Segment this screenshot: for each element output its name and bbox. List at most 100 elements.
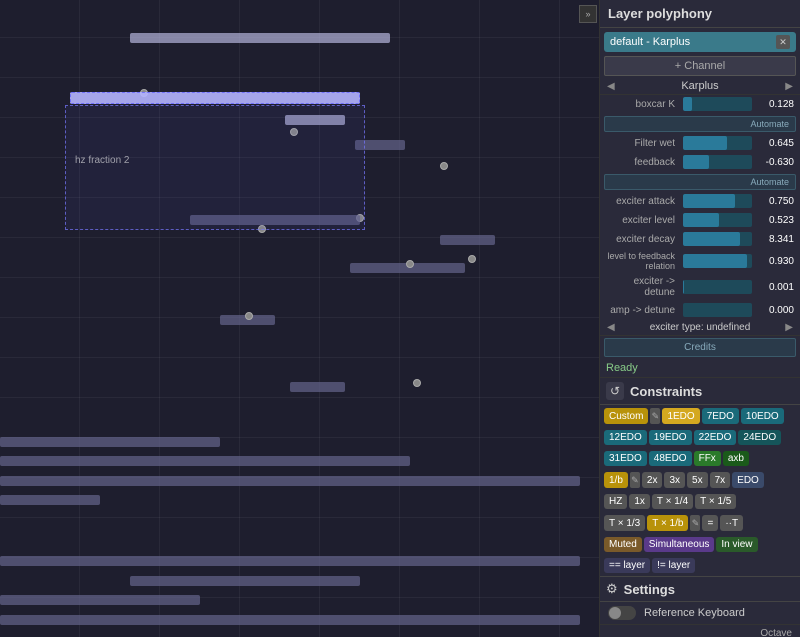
- 2x-button[interactable]: 2x: [642, 472, 663, 488]
- note-bar[interactable]: [0, 556, 580, 566]
- exciter-level-value: 0.523: [754, 215, 794, 226]
- collapse-button[interactable]: »: [579, 5, 597, 23]
- credits-button[interactable]: Credits: [604, 338, 796, 357]
- piano-roll: » hz fraction 2: [0, 0, 600, 637]
- note-bar[interactable]: [0, 476, 580, 486]
- note-bar[interactable]: [0, 437, 220, 447]
- amp-detune-value: 0.000: [754, 305, 794, 316]
- constraint-buttons-row4: 1/b ✎ 2x 3x 5x 7x EDO: [600, 469, 800, 491]
- note-bar[interactable]: [130, 33, 390, 43]
- note-bar[interactable]: [290, 382, 345, 392]
- exciter-decay-slider[interactable]: [683, 232, 752, 246]
- channel-name: default - Karplus: [610, 36, 776, 48]
- selection-box: [65, 105, 365, 230]
- exciter-type-next[interactable]: ▶: [782, 322, 796, 333]
- t14-button[interactable]: T × 1/4: [652, 494, 693, 509]
- constraints-header: ↺ Constraints: [600, 378, 800, 405]
- note-handle[interactable]: [440, 162, 448, 170]
- constraint-buttons-row2: 12EDO 19EDO 22EDO 24EDO: [600, 427, 800, 448]
- 22edo-button[interactable]: 22EDO: [694, 430, 737, 445]
- param-row-exciter-decay: exciter decay 8.341: [600, 230, 800, 249]
- 3x-button[interactable]: 3x: [664, 472, 685, 488]
- level-feedback-label: level to feedback relation: [606, 251, 681, 271]
- note-bar[interactable]: [0, 456, 410, 466]
- eq-button[interactable]: =: [702, 515, 718, 531]
- hz-button[interactable]: HZ: [604, 494, 627, 509]
- ffx-button[interactable]: FFx: [694, 451, 721, 466]
- note-handle[interactable]: [245, 312, 253, 320]
- param-row-filter: Filter wet 0.645: [600, 134, 800, 153]
- note-bar[interactable]: [130, 576, 360, 586]
- channel-close-button[interactable]: ✕: [776, 35, 790, 49]
- 1x-button[interactable]: 1x: [629, 494, 650, 509]
- constraints-title: Constraints: [630, 384, 702, 399]
- dott-button[interactable]: ··T: [720, 515, 743, 531]
- exciter-level-slider[interactable]: [683, 213, 752, 227]
- level-feedback-slider[interactable]: [683, 254, 752, 268]
- param-row-amp-detune: amp -> detune 0.000: [600, 301, 800, 320]
- exciter-attack-slider[interactable]: [683, 194, 752, 208]
- filter-wet-slider[interactable]: [683, 136, 752, 150]
- note-bar-selected[interactable]: [70, 92, 360, 104]
- note-handle[interactable]: [468, 255, 476, 263]
- custom-edit-icon[interactable]: ✎: [650, 408, 660, 424]
- t1b-edit-icon[interactable]: ✎: [690, 515, 700, 531]
- muted-button[interactable]: Muted: [604, 537, 642, 552]
- feedback-slider[interactable]: [683, 155, 752, 169]
- 19edo-button[interactable]: 19EDO: [649, 430, 692, 445]
- automate-button-2[interactable]: Automate: [604, 174, 796, 190]
- constraint-buttons-row1: Custom ✎ 1EDO 7EDO 10EDO: [600, 405, 800, 427]
- t1b-button[interactable]: T × 1/b: [647, 515, 688, 531]
- 10edo-button[interactable]: 10EDO: [741, 408, 784, 424]
- exciter-type-label: exciter type: undefined: [618, 322, 783, 333]
- 7edo-button[interactable]: 7EDO: [702, 408, 739, 424]
- axb-button[interactable]: axb: [723, 451, 749, 466]
- neq-layer-button[interactable]: != layer: [652, 558, 695, 573]
- edo-button[interactable]: EDO: [732, 472, 764, 488]
- constraints-reset-button[interactable]: ↺: [606, 382, 624, 400]
- exciter-type-row: ◀ exciter type: undefined ▶: [600, 320, 800, 336]
- exciter-attack-value: 0.750: [754, 196, 794, 207]
- 1edo-button[interactable]: 1EDO: [662, 408, 699, 424]
- in-view-button[interactable]: In view: [716, 537, 757, 552]
- 1b-button[interactable]: 1/b: [604, 472, 628, 488]
- settings-gear-icon: ⚙: [606, 581, 618, 597]
- exciter-detune-slider[interactable]: [683, 280, 752, 294]
- feedback-label: feedback: [606, 157, 681, 168]
- param-row-exciter-detune: exciter -> detune 0.001: [600, 274, 800, 301]
- boxcar-slider[interactable]: [683, 97, 752, 111]
- automate-button-1[interactable]: Automate: [604, 116, 796, 132]
- param-row-level-feedback: level to feedback relation 0.930: [600, 249, 800, 274]
- note-handle[interactable]: [413, 379, 421, 387]
- 48edo-button[interactable]: 48EDO: [649, 451, 692, 466]
- synth-prev-button[interactable]: ◀: [604, 81, 618, 92]
- channel-selector[interactable]: default - Karplus ✕: [604, 32, 796, 52]
- synth-next-button[interactable]: ▶: [782, 81, 796, 92]
- note-bar[interactable]: [0, 595, 200, 605]
- t15-button[interactable]: T × 1/5: [695, 494, 736, 509]
- settings-title: Settings: [624, 582, 675, 597]
- constraint-buttons-row7: Muted Simultaneous In view: [600, 534, 800, 555]
- exciter-type-prev[interactable]: ◀: [604, 322, 618, 333]
- 1b-edit-icon[interactable]: ✎: [630, 472, 640, 488]
- note-bar[interactable]: [440, 235, 495, 245]
- note-bar[interactable]: [0, 615, 580, 625]
- constraint-buttons-row5: HZ 1x T × 1/4 T × 1/5: [600, 491, 800, 512]
- status-bar: Ready: [600, 359, 800, 378]
- 7x-button[interactable]: 7x: [710, 472, 731, 488]
- eq-layer-button[interactable]: == layer: [604, 558, 650, 573]
- custom-button[interactable]: Custom: [604, 408, 648, 424]
- 5x-button[interactable]: 5x: [687, 472, 708, 488]
- ref-keyboard-toggle[interactable]: [608, 606, 636, 620]
- 24edo-button[interactable]: 24EDO: [738, 430, 781, 445]
- exciter-decay-label: exciter decay: [606, 234, 681, 245]
- note-bar[interactable]: [0, 495, 100, 505]
- amp-detune-slider[interactable]: [683, 303, 752, 317]
- 31edo-button[interactable]: 31EDO: [604, 451, 647, 466]
- synth-name: Karplus: [618, 80, 783, 92]
- simultaneous-button[interactable]: Simultaneous: [644, 537, 715, 552]
- 12edo-button[interactable]: 12EDO: [604, 430, 647, 445]
- t13-button[interactable]: T × 1/3: [604, 515, 645, 531]
- note-handle[interactable]: [406, 260, 414, 268]
- add-channel-button[interactable]: + Channel: [604, 56, 796, 76]
